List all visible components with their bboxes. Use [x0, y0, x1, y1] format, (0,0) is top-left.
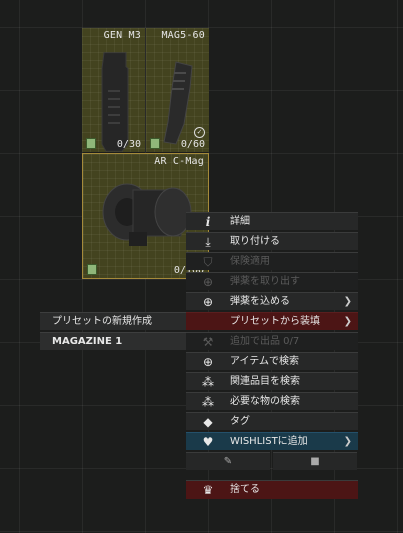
preset-magazine-1[interactable]: MAGAZINE 1 [40, 332, 186, 350]
menu-search-related[interactable]: ⁂ 関連品目を検索 [186, 372, 358, 390]
menu-add-listing-label: 追加で出品 0/7 [230, 336, 300, 347]
chevron-right-icon: ❯ [343, 316, 352, 327]
lock-icon: ■ [310, 456, 320, 467]
ammo-icon [87, 264, 97, 275]
magazine-image [101, 52, 129, 152]
menu-search-related-label: 関連品目を検索 [230, 376, 300, 387]
menu-tag[interactable]: ◆ タグ [186, 412, 358, 430]
menu-search-required[interactable]: ⁂ 必要な物の検索 [186, 392, 358, 410]
menu-wishlist-label: WISHLISTに追加 [230, 436, 308, 447]
shield-icon: ⛉ [203, 254, 213, 269]
menu-insurance: ⛉ 保険適用 [186, 252, 358, 270]
chevron-right-icon: ❯ [343, 296, 352, 307]
crown-trash-icon: ♛ [202, 482, 214, 497]
nodes-icon: ⁂ [202, 394, 214, 409]
menu-load-ammo[interactable]: ⊕ 弾薬を込める ❯ [186, 292, 358, 310]
menu-equip-label: 取り付ける [230, 236, 280, 247]
menu-unload-ammo-label: 弾薬を取り出す [230, 276, 300, 287]
menu-discard[interactable]: ♛ 捨てる [186, 480, 358, 499]
menu-search-required-label: 必要な物の検索 [230, 396, 300, 407]
menu-search-item[interactable]: ⊕ アイテムで検索 [186, 352, 358, 370]
menu-search-item-label: アイテムで検索 [230, 356, 299, 367]
item-count: 0/30 [116, 139, 141, 150]
ammo-icon [150, 138, 160, 149]
unload-icon: ⊕ [202, 274, 214, 289]
pin-icon: ✎ [223, 456, 233, 467]
load-icon: ⊕ [202, 294, 214, 309]
menu-wishlist[interactable]: ♥ WISHLISTに追加 ❯ [186, 432, 358, 450]
menu-discard-label: 捨てる [230, 484, 260, 495]
menu-add-listing: ⚒ 追加で出品 0/7 [186, 332, 358, 350]
new-preset-label: プリセットの新規作成 [52, 316, 152, 327]
tag-icon: ◆ [203, 414, 213, 429]
preset-label: MAGAZINE 1 [52, 336, 123, 347]
item-mag5-60[interactable]: MAG5-60 ✓ 0/60 [146, 28, 209, 152]
ammo-icon [86, 138, 96, 149]
download-icon: ⤓ [205, 234, 211, 249]
lock-button[interactable]: ■ [273, 452, 357, 470]
check-icon: ✓ [194, 127, 205, 138]
pin-button[interactable]: ✎ [186, 452, 270, 470]
menu-unload-ammo: ⊕ 弾薬を取り出す [186, 272, 358, 290]
menu-details-label: 詳細 [230, 216, 250, 227]
item-count: 0/60 [180, 139, 205, 150]
heart-icon: ♥ [202, 434, 214, 449]
item-gen-m3[interactable]: GEN M3 0/30 [82, 28, 145, 152]
menu-load-ammo-label: 弾薬を込める [230, 296, 290, 307]
new-preset-button[interactable]: プリセットの新規作成 [40, 312, 186, 330]
chevron-right-icon: ❯ [343, 436, 352, 447]
menu-tag-label: タグ [230, 416, 250, 427]
menu-equip-from-preset[interactable]: プリセットから装填 ❯ [186, 312, 358, 330]
info-icon: i [205, 214, 211, 229]
menu-equip-from-preset-label: プリセットから装填 [230, 316, 320, 327]
menu-insurance-label: 保険適用 [230, 256, 270, 267]
hammer-icon: ⚒ [202, 334, 214, 349]
menu-equip[interactable]: ⤓ 取り付ける [186, 232, 358, 250]
nodes-icon: ⁂ [202, 374, 214, 389]
magnifier-icon: ⊕ [202, 354, 214, 369]
menu-details[interactable]: i 詳細 [186, 212, 358, 230]
